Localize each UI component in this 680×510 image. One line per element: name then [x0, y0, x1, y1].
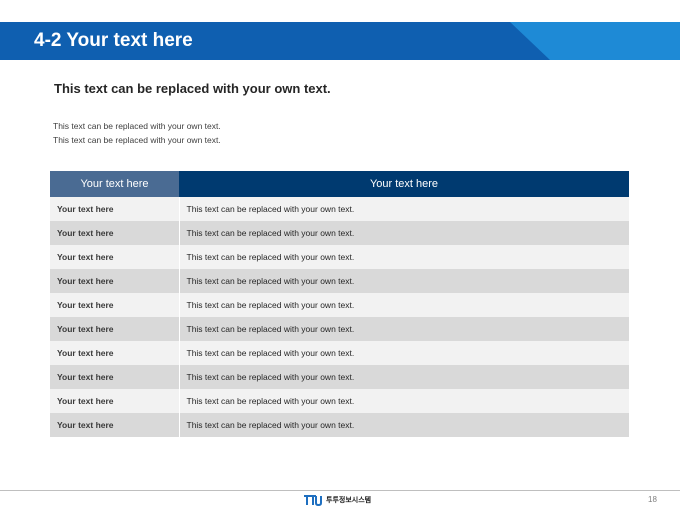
table-row: Your text here This text can be replaced…	[50, 221, 629, 245]
table-row: Your text here This text can be replaced…	[50, 269, 629, 293]
title-bar: 4-2 Your text here	[0, 22, 680, 60]
table-cell-label: Your text here	[50, 269, 180, 293]
table-cell-text: This text can be replaced with your own …	[179, 269, 629, 293]
company-logo: 투투정보시스템	[304, 493, 371, 507]
table-cell-label: Your text here	[50, 221, 180, 245]
table-cell-label: Your text here	[50, 317, 180, 341]
table-row: Your text here This text can be replaced…	[50, 389, 629, 413]
table-cell-label: Your text here	[50, 413, 180, 437]
footer-divider	[0, 490, 680, 491]
table-cell-label: Your text here	[50, 197, 180, 221]
body-line: This text can be replaced with your own …	[53, 121, 221, 131]
table-cell-text: This text can be replaced with your own …	[179, 365, 629, 389]
table-cell-label: Your text here	[50, 245, 180, 269]
table-row: Your text here This text can be replaced…	[50, 341, 629, 365]
table-cell-label: Your text here	[50, 341, 180, 365]
table-row: Your text here This text can be replaced…	[50, 197, 629, 221]
subheading: This text can be replaced with your own …	[54, 81, 331, 96]
table-cell-text: This text can be replaced with your own …	[179, 389, 629, 413]
table-cell-label: Your text here	[50, 293, 180, 317]
body-line: This text can be replaced with your own …	[53, 135, 221, 145]
content-table: Your text here Your text here Your text …	[50, 171, 629, 437]
table-row: Your text here This text can be replaced…	[50, 293, 629, 317]
body-text: This text can be replaced with your own …	[53, 119, 221, 147]
table-header-row: Your text here Your text here	[50, 171, 629, 197]
table-row: Your text here This text can be replaced…	[50, 245, 629, 269]
table-header-cell: Your text here	[179, 171, 629, 197]
table-row: Your text here This text can be replaced…	[50, 365, 629, 389]
table-header-cell: Your text here	[50, 171, 179, 197]
page-title: 4-2 Your text here	[34, 30, 193, 51]
title-accent-shape	[510, 22, 680, 60]
table-cell-text: This text can be replaced with your own …	[179, 413, 629, 437]
table-cell-text: This text can be replaced with your own …	[179, 197, 629, 221]
table-cell-label: Your text here	[50, 389, 180, 413]
table-cell-text: This text can be replaced with your own …	[179, 341, 629, 365]
table-cell-text: This text can be replaced with your own …	[179, 317, 629, 341]
logo-mark-icon	[304, 495, 322, 506]
page-number: 18	[648, 495, 657, 504]
logo-text: 투투정보시스템	[326, 497, 372, 504]
table-row: Your text here This text can be replaced…	[50, 413, 629, 437]
table-row: Your text here This text can be replaced…	[50, 317, 629, 341]
table-cell-label: Your text here	[50, 365, 180, 389]
table-cell-text: This text can be replaced with your own …	[179, 245, 629, 269]
table-cell-text: This text can be replaced with your own …	[179, 293, 629, 317]
table-cell-text: This text can be replaced with your own …	[179, 221, 629, 245]
